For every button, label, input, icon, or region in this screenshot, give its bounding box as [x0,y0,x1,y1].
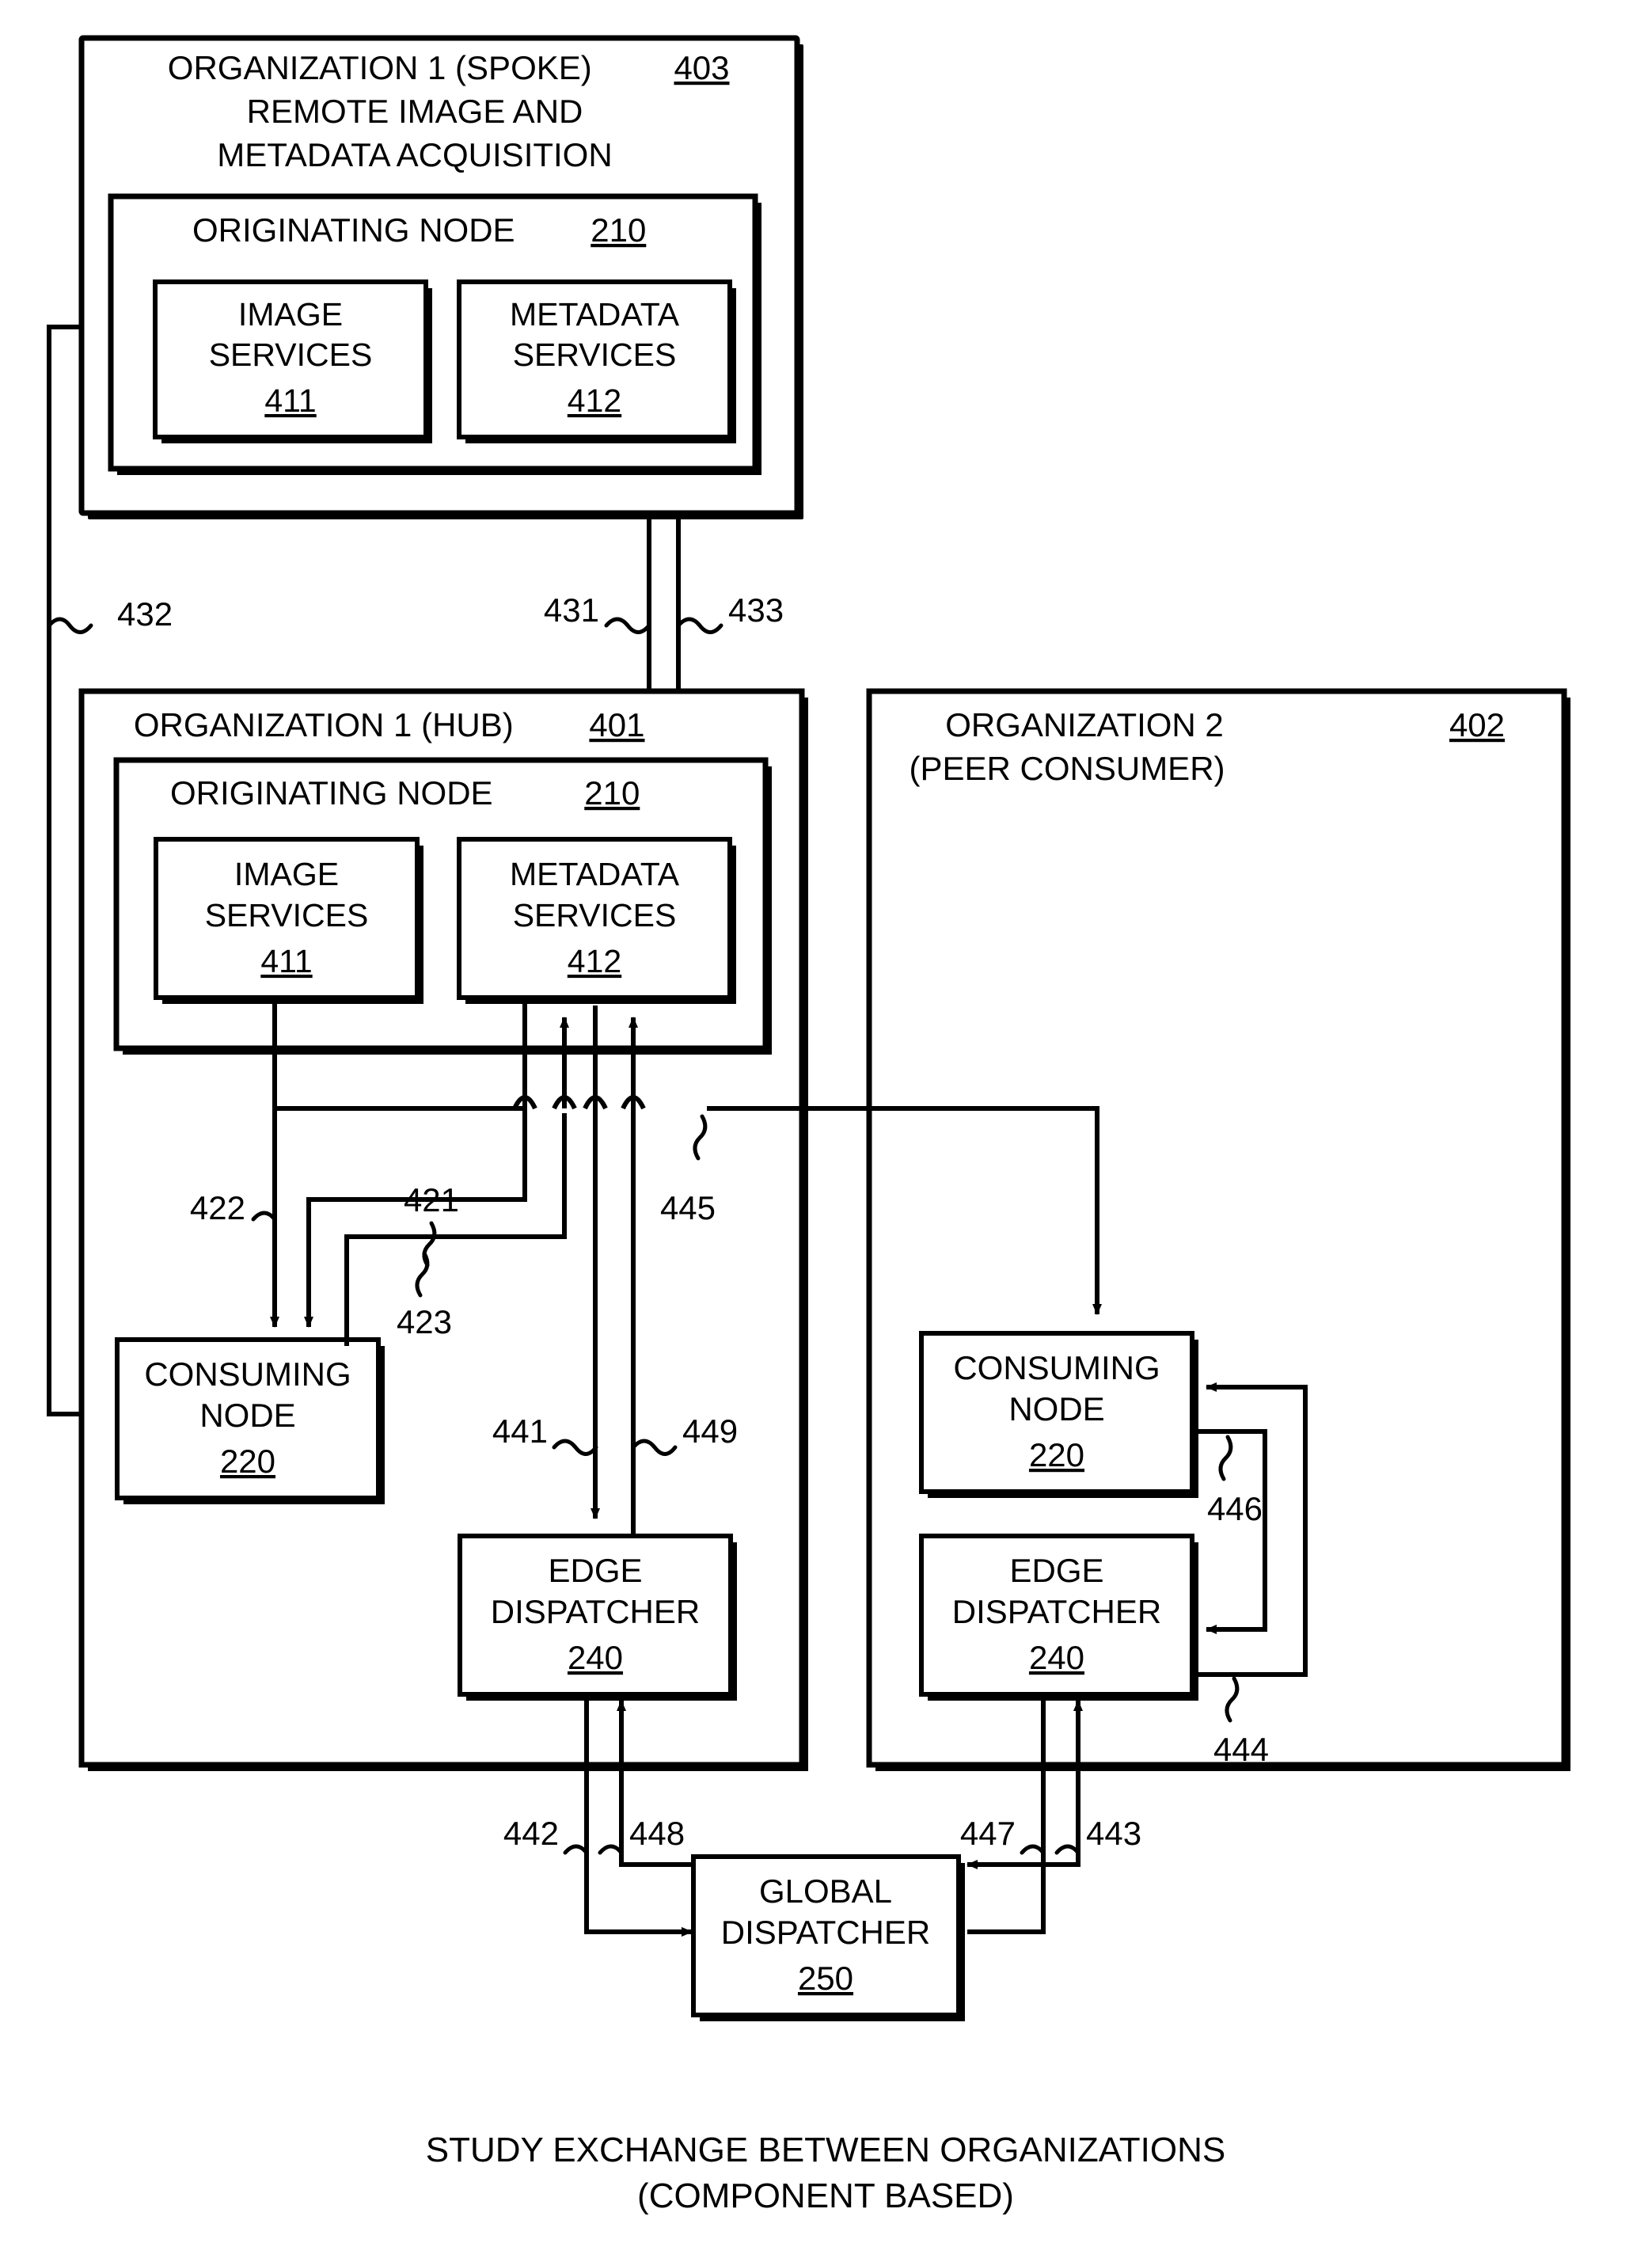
hub-metadata-services-line1: METADATA [510,856,680,892]
peer-edge-dispatcher-ref: 240 [1029,1639,1084,1676]
spoke-metadata-services-line1: METADATA [510,296,680,333]
hub-image-services-line1: IMAGE [234,856,339,892]
connector-ref-431: 431 [544,591,599,629]
peer-edge-dispatcher-line2: DISPATCHER [952,1593,1161,1630]
spoke-metadata-services-ref: 412 [568,382,621,419]
global-dispatcher-line2: DISPATCHER [721,1914,930,1951]
hub-consuming-node-ref: 220 [220,1443,275,1480]
connector-ref-433: 433 [728,591,784,629]
connector-ref-441: 441 [492,1412,548,1450]
peer-consuming-node-line1: CONSUMING [953,1349,1160,1386]
global-dispatcher-ref: 250 [798,1960,853,1997]
hub-consuming-node-line2: NODE [199,1397,295,1434]
peer-edge-dispatcher-line1: EDGE [1009,1552,1103,1589]
org-hub-title: ORGANIZATION 1 (HUB) 401 [69,706,691,743]
connector-ref-444: 444 [1213,1731,1269,1768]
hub-edge-dispatcher-line2: DISPATCHER [491,1593,700,1630]
global-dispatcher-line1: GLOBAL [759,1872,892,1910]
connector-ref-422: 422 [190,1189,245,1226]
connector-ref-labels-global: 442 448 447 443 [503,1815,1141,1855]
spoke-image-services-line2: SERVICES [209,336,373,373]
connector-ref-445: 445 [660,1189,716,1226]
connector-ref-446: 446 [1207,1490,1263,1527]
hub-image-services-ref: 411 [260,943,312,979]
hub-originating-node-label: ORIGINATING NODE 210 [105,774,685,812]
spoke-image-services-ref: 411 [264,382,316,419]
connector-ref-432: 432 [117,595,173,633]
org-peer-title-line2: (PEER CONSUMER) [909,750,1225,787]
spoke-originating-node-label: ORIGINATING NODE 210 [127,211,692,249]
spoke-image-services-line1: IMAGE [238,296,343,333]
hub-metadata-services-ref: 412 [568,943,621,979]
connector-ref-421: 421 [404,1181,459,1218]
org-peer-title-line1: ORGANIZATION 2 [945,706,1224,743]
connector-ref-447: 447 [960,1815,1016,1852]
connector-ref-449: 449 [682,1412,738,1450]
org-peer-title-ref: 402 [1449,706,1505,743]
patent-diagram: ORGANIZATION 1 (SPOKE) 403 REMOTE IMAGE … [47,35,1570,2215]
org-spoke-title-line1: ORGANIZATION 1 (SPOKE) 403 [103,49,776,86]
org-spoke-group: ORGANIZATION 1 (SPOKE) 403 REMOTE IMAGE … [78,35,803,519]
figure-caption-line2: (COMPONENT BASED) [637,2176,1014,2215]
org-spoke-title-line3: METADATA ACQUISITION [217,136,612,173]
connector-ref-443: 443 [1086,1815,1141,1852]
org-peer-group: ORGANIZATION 2 (PEER CONSUMER) 402 CONSU… [866,688,1570,1771]
connector-ref-442: 442 [503,1815,559,1852]
peer-consuming-node-ref: 220 [1029,1436,1084,1473]
hub-image-services-line2: SERVICES [205,897,369,933]
figure-caption-line1: STUDY EXCHANGE BETWEEN ORGANIZATIONS [426,2131,1226,2169]
global-dispatcher-group: GLOBAL DISPATCHER 250 [691,1854,965,2021]
org-spoke-title-line2: REMOTE IMAGE AND [247,93,583,130]
connector-ref-448: 448 [629,1815,685,1852]
hub-edge-dispatcher-ref: 240 [568,1639,623,1676]
figure-canvas: ORGANIZATION 1 (SPOKE) 403 REMOTE IMAGE … [0,0,1652,2262]
spoke-metadata-services-line2: SERVICES [513,336,677,373]
org-hub-group: ORGANIZATION 1 (HUB) 401 ORIGINATING NOD… [69,688,808,1771]
connector-ref-423: 423 [397,1303,452,1340]
connector-ref-labels-upper: 432 431 433 [47,591,784,634]
hub-edge-dispatcher-line1: EDGE [548,1552,642,1589]
hub-metadata-services-line2: SERVICES [513,897,677,933]
hub-consuming-node-line1: CONSUMING [144,1355,351,1393]
peer-consuming-node-line2: NODE [1008,1390,1104,1428]
